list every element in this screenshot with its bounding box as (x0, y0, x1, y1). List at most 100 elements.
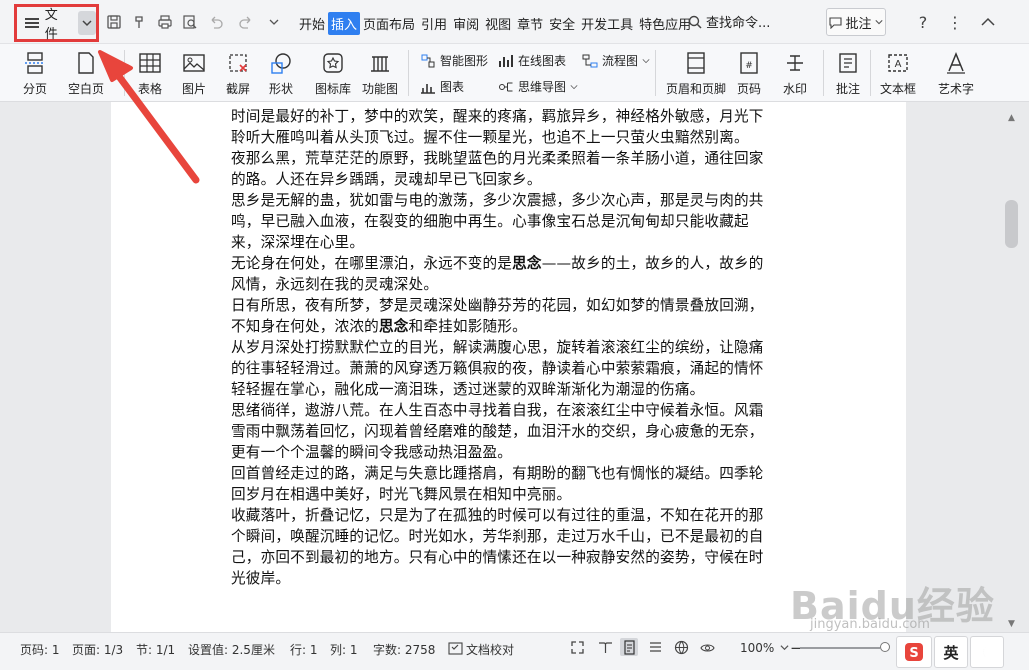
online-chart-label: 在线图表 (518, 54, 567, 68)
command-search[interactable]: 查找命令... (688, 12, 770, 31)
tab-view[interactable]: 视图 (482, 12, 514, 35)
document-paragraph[interactable]: 夜那么黑，荒草茫茫的原野，我眺望蓝色的月光柔柔照着一条羊肠小道，通往回家的路。人… (231, 148, 777, 190)
menu-bar: 文件 开始 插入 页面布局 引用 审阅 视图 章节 安全 开发工具 特色应用 查… (0, 0, 1029, 44)
text-run: 思乡是无解的蛊，犹如雷与电的激荡，多少次震撼，多少次心声，那是灵与肉的共鸣，早已… (231, 192, 764, 251)
help-icon[interactable]: ? (912, 11, 934, 33)
table-label: 表格 (137, 82, 162, 96)
text-box-button[interactable]: A 文本框 (880, 50, 916, 97)
page-break-button[interactable]: 分页 (22, 50, 48, 97)
outline-view-icon[interactable] (646, 638, 664, 656)
watermark-button[interactable]: 水印 (782, 50, 808, 97)
comment-icon (829, 16, 843, 29)
save-icon[interactable] (104, 12, 124, 32)
document-paragraph[interactable]: 时间是最好的补丁，梦中的欢笑，醒来的疼痛，羁旅异乡，神经格外敏感，月光下聆听大雁… (231, 106, 777, 148)
blank-page-icon (73, 50, 99, 76)
night-mode-icon[interactable] (970, 636, 1004, 668)
screenshot-icon (225, 50, 251, 76)
chevron-down-icon[interactable] (78, 11, 96, 35)
tab-special-apps[interactable]: 特色应用 (636, 12, 694, 35)
word-art-button[interactable]: 艺术字 (938, 50, 974, 97)
status-column[interactable]: 列: 1 (330, 641, 358, 658)
tab-security[interactable]: 安全 (546, 12, 578, 35)
document-paragraph[interactable]: 从岁月深处打捞默默伫立的目光，解读满腹心思，旋转着滚滚红尘的缤纷，让隐痛的往事轻… (231, 337, 777, 400)
mind-map-button[interactable]: 思维导图 (498, 78, 578, 95)
status-row[interactable]: 行: 1 (290, 641, 318, 658)
status-proofread[interactable]: 文档校对 (466, 641, 514, 658)
blank-page-button[interactable]: 空白页 (68, 50, 104, 97)
scroll-up-arrow[interactable]: ▲ (1006, 114, 1017, 123)
read-mode-icon[interactable] (596, 638, 614, 656)
scroll-down-arrow[interactable]: ▼ (1006, 620, 1017, 629)
word-art-label: 艺术字 (938, 82, 975, 96)
status-setting[interactable]: 设置值: 2.5厘米 (188, 641, 275, 658)
document-paragraph[interactable]: 思乡是无解的蛊，犹如雷与电的激荡，多少次震撼，多少次心声，那是灵与肉的共鸣，早已… (231, 190, 777, 253)
function-chart-button[interactable]: 功能图 (362, 50, 398, 97)
ime-language-toggle[interactable]: 英 (934, 636, 968, 668)
menu-tabs: 开始 插入 页面布局 引用 审阅 视图 章节 安全 开发工具 特色应用 (296, 12, 694, 35)
tab-start[interactable]: 开始 (296, 12, 328, 35)
tab-review[interactable]: 审阅 (450, 12, 482, 35)
tab-references[interactable]: 引用 (418, 12, 450, 35)
redo-icon[interactable] (236, 12, 256, 32)
status-bar: 页码: 1 页面: 1/3 节: 1/1 设置值: 2.5厘米 行: 1 列: … (0, 632, 1029, 670)
zoom-slider[interactable] (800, 647, 880, 649)
header-footer-button[interactable]: 页眉和页脚 (666, 50, 726, 97)
more-options-icon[interactable]: ⋮ (944, 11, 966, 33)
print-preview-icon[interactable] (180, 12, 200, 32)
flowchart-label: 流程图 (602, 54, 639, 68)
icon-library-button[interactable]: 图标库 (315, 50, 351, 97)
ribbon-divider (408, 50, 409, 96)
file-menu-label: 文件 (44, 8, 58, 42)
print-icon[interactable] (155, 12, 175, 32)
svg-text:S: S (909, 646, 918, 661)
web-view-icon[interactable] (672, 638, 690, 656)
word-art-icon (943, 50, 969, 76)
customize-toolbar-icon[interactable] (264, 12, 284, 32)
page-number-button[interactable]: # 页码 (736, 50, 762, 97)
fullscreen-icon[interactable] (568, 638, 586, 656)
tab-insert[interactable]: 插入 (328, 12, 361, 35)
document-paragraph[interactable]: 收藏落叶，折叠记忆，只是为了在孤独的时候可以有过往的重温，不知在花开的那个瞬间，… (231, 505, 777, 589)
status-pages[interactable]: 页面: 1/3 (72, 641, 123, 658)
picture-icon (181, 50, 207, 76)
chart-icon (421, 83, 435, 94)
picture-button[interactable]: 图片 (181, 50, 207, 97)
format-painter-icon[interactable] (130, 12, 150, 32)
screenshot-button[interactable]: 截屏 (225, 50, 251, 97)
file-menu-button[interactable]: 文件 (14, 4, 99, 42)
annotation-button[interactable]: 批注 (826, 8, 886, 36)
document-body[interactable]: 时间是最好的补丁，梦中的欢笑，醒来的疼痛，羁旅异乡，神经格外敏感，月光下聆听大雁… (231, 106, 777, 589)
proofread-icon[interactable] (446, 639, 464, 657)
document-paragraph[interactable]: 回首曾经走过的路，满足与失意比踵搭肩，有期盼的翻飞也有惆怅的凝结。四季轮回岁月在… (231, 463, 777, 505)
table-button[interactable]: 表格 (137, 50, 163, 97)
zoom-level[interactable]: 100% (740, 641, 774, 655)
online-chart-button[interactable]: 在线图表 (498, 52, 566, 69)
flowchart-button[interactable]: 流程图 (582, 52, 650, 69)
baidu-watermark-url: jingyan.baidu.com (810, 617, 930, 632)
status-word-count[interactable]: 字数: 2758 (373, 641, 435, 658)
smart-art-button[interactable]: 智能图形 (420, 52, 488, 69)
ribbon-insert: 分页 空白页 表格 图片 截屏 形状 图标库 功能图 智能图形 在线图表 流程图 (0, 44, 1029, 102)
smart-art-label: 智能图形 (440, 54, 489, 68)
shapes-button[interactable]: 形状 (268, 50, 294, 97)
tab-chapter[interactable]: 章节 (514, 12, 546, 35)
tab-developer[interactable]: 开发工具 (578, 12, 636, 35)
document-paragraph[interactable]: 日有所思，夜有所梦，梦是灵魂深处幽静芬芳的花园，如幻如梦的情景叠放回溯，不知身在… (231, 295, 777, 337)
status-page-number[interactable]: 页码: 1 (20, 641, 60, 658)
zoom-slider-handle[interactable] (880, 642, 890, 652)
insert-comment-button[interactable]: 批注 (835, 50, 861, 97)
tab-page-layout[interactable]: 页面布局 (360, 12, 418, 35)
icon-library-label: 图标库 (315, 82, 352, 96)
table-icon (137, 50, 163, 76)
page-break-label: 分页 (22, 82, 47, 96)
scrollbar-thumb[interactable] (1005, 200, 1018, 248)
chart-button[interactable]: 图表 (420, 78, 464, 95)
sogou-ime-icon[interactable]: S (896, 636, 932, 668)
eye-protection-icon[interactable] (698, 638, 716, 656)
document-paragraph[interactable]: 无论身在何处，在哪里漂泊，永远不变的是思念——故乡的土，故乡的人，故乡的风情，永… (231, 253, 777, 295)
collapse-ribbon-icon[interactable] (977, 11, 999, 33)
document-paragraph[interactable]: 思绪徜徉，遨游八荒。在人生百态中寻找着自我，在滚滚红尘中守候着永恒。风霜雪雨中飘… (231, 400, 777, 463)
page-view-icon[interactable] (620, 638, 638, 656)
status-section[interactable]: 节: 1/1 (136, 641, 175, 658)
undo-icon[interactable] (206, 12, 226, 32)
